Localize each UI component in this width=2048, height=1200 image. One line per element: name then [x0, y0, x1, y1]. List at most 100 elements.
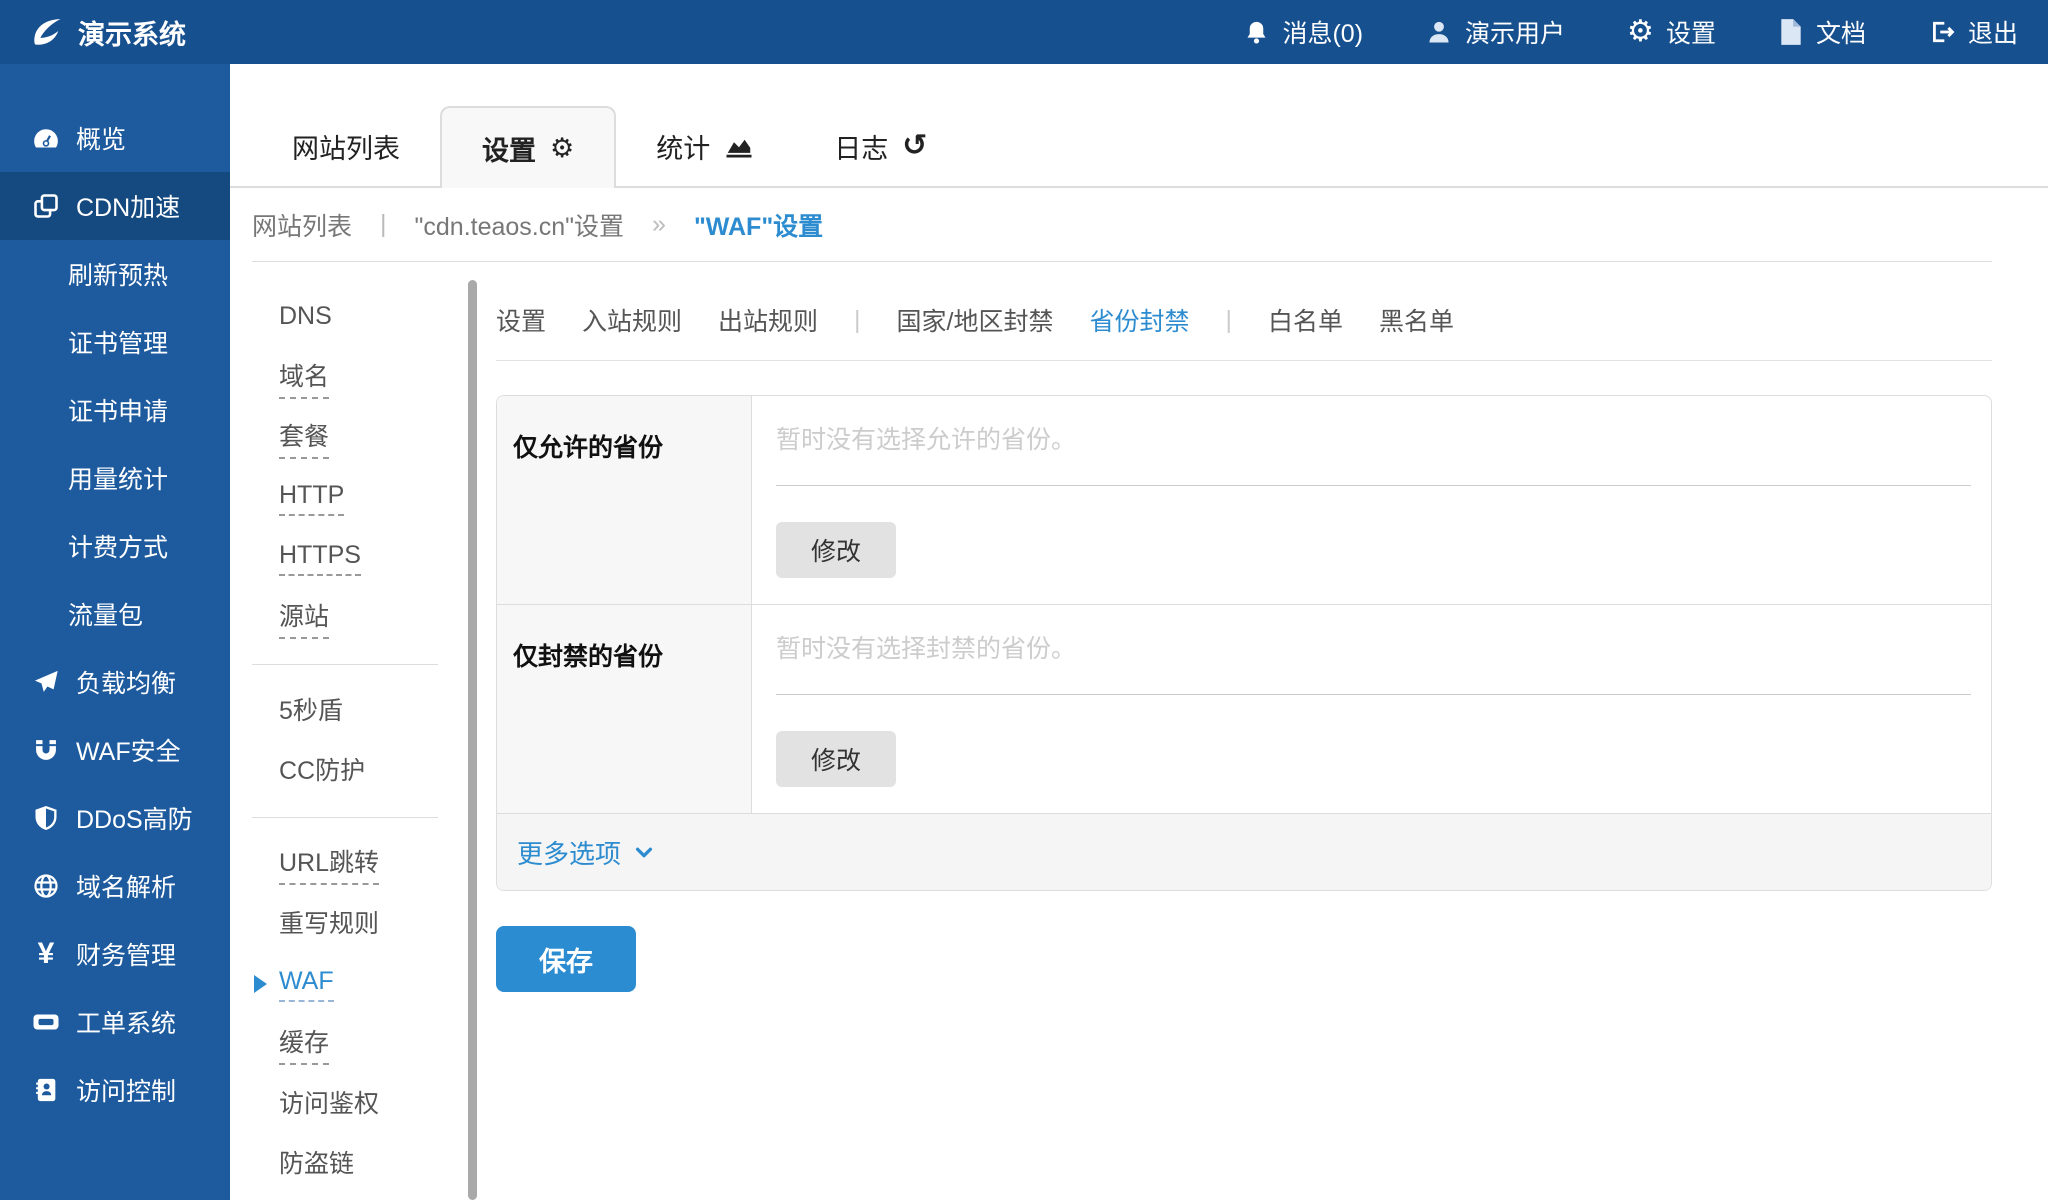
- settings-sidebar-item-url-redirect[interactable]: URL跳转: [252, 834, 466, 894]
- sidebar-item-dns-resolve[interactable]: 域名解析: [0, 852, 230, 920]
- chevron-down-icon: [633, 841, 655, 863]
- breadcrumb-site-settings[interactable]: "cdn.teaos.cn"设置: [415, 207, 625, 243]
- sidebar-label: 域名解析: [76, 868, 176, 904]
- sidebar-label: 流量包: [68, 596, 143, 632]
- blocked-provinces-label: 仅封禁的省份: [497, 605, 752, 813]
- breadcrumb-site-list[interactable]: 网站列表: [252, 207, 352, 243]
- user-label: 演示用户: [1465, 14, 1565, 50]
- sidebar-item-tickets[interactable]: 工单系统: [0, 988, 230, 1056]
- sidebar-item-waf-security[interactable]: WAF安全: [0, 716, 230, 784]
- sidebar-label: 刷新预热: [68, 256, 168, 292]
- settings-sidebar-item-5s-shield[interactable]: 5秒盾: [252, 681, 466, 741]
- sidebar-item-access-control[interactable]: 访问控制: [0, 1056, 230, 1124]
- settings-sidebar-item-cache[interactable]: 缓存: [252, 1014, 466, 1074]
- blocked-provinces-row: 仅封禁的省份 暂时没有选择封禁的省份。 修改: [497, 605, 1991, 814]
- save-button[interactable]: 保存: [496, 926, 636, 992]
- subnav-item-country-block[interactable]: 国家/地区封禁: [897, 302, 1054, 338]
- breadcrumb-waf-settings[interactable]: "WAF"设置: [694, 207, 823, 243]
- sidebar-item-cert-apply[interactable]: 证书申请: [0, 376, 230, 444]
- modify-blocked-button[interactable]: 修改: [776, 731, 896, 787]
- settings-sidebar-item-rewrite-rules[interactable]: 重写规则: [252, 894, 466, 954]
- divider: [252, 817, 438, 818]
- more-options-link[interactable]: 更多选项: [517, 834, 655, 871]
- gear-icon: ⚙: [1627, 17, 1654, 47]
- settings-sidebar-item-domain[interactable]: 域名: [252, 348, 466, 408]
- divider: [496, 360, 1992, 361]
- copy-icon: [28, 192, 64, 220]
- settings-sidebar-item-plan[interactable]: 套餐: [252, 408, 466, 468]
- settings-sidebar-item-http[interactable]: HTTP: [252, 468, 466, 528]
- settings-sidebar-item-origin[interactable]: 源站: [252, 588, 466, 648]
- settings-body: DNS 域名 套餐 HTTP HTTPS 源站: [230, 262, 2048, 1200]
- sidebar-item-billing-method[interactable]: 计费方式: [0, 512, 230, 580]
- scrollbar[interactable]: [468, 280, 477, 1200]
- tab-site-list[interactable]: 网站列表: [252, 106, 440, 186]
- tab-statistics[interactable]: 统计: [616, 106, 794, 186]
- subnav-item-whitelist[interactable]: 白名单: [1268, 302, 1343, 338]
- subnav-item-blacklist[interactable]: 黑名单: [1379, 302, 1454, 338]
- messages-label: 消息(0): [1282, 14, 1363, 50]
- magnet-icon: [28, 736, 64, 764]
- sidebar-item-finance[interactable]: ¥ 财务管理: [0, 920, 230, 988]
- breadcrumb: 网站列表 | "cdn.teaos.cn"设置 » "WAF"设置: [252, 188, 1992, 262]
- field-underline: [776, 485, 1971, 486]
- modify-allowed-button[interactable]: 修改: [776, 522, 896, 578]
- sidebar-label: 用量统计: [68, 460, 168, 496]
- settings-sidebar-item-waf[interactable]: WAF: [252, 954, 466, 1014]
- ticket-icon: [28, 1007, 64, 1037]
- logout-label: 退出: [1968, 14, 2018, 50]
- logout-menu-item[interactable]: 退出: [1928, 14, 2018, 50]
- sidebar-item-traffic-pack[interactable]: 流量包: [0, 580, 230, 648]
- sidebar-item-cdn[interactable]: CDN加速: [0, 172, 230, 240]
- content-area: 网站列表 设置 ⚙ 统计 日志 ↺ 网站列表 | "cdn.teaos.cn"设…: [230, 64, 2048, 1200]
- subnav-item-inbound-rules[interactable]: 入站规则: [582, 302, 682, 338]
- settings-menu-item[interactable]: ⚙ 设置: [1627, 14, 1716, 50]
- globe-icon: [28, 872, 64, 900]
- subnav-separator: |: [1226, 306, 1233, 335]
- sidebar-item-load-balance[interactable]: 负载均衡: [0, 648, 230, 716]
- sidebar-item-refresh-preheat[interactable]: 刷新预热: [0, 240, 230, 308]
- paper-plane-icon: [28, 668, 64, 696]
- sidebar-item-overview[interactable]: 概览: [0, 104, 230, 172]
- sidebar-label: 证书管理: [68, 324, 168, 360]
- sidebar: 概览 CDN加速 刷新预热 证书管理 证书申请 用量统计 计费方式 流量包: [0, 64, 230, 1200]
- tab-logs[interactable]: 日志 ↺: [794, 106, 967, 186]
- subnav-item-province-block[interactable]: 省份封禁: [1090, 302, 1190, 338]
- allowed-provinces-content: 暂时没有选择允许的省份。 修改: [752, 396, 1991, 604]
- user-menu-item[interactable]: 演示用户: [1425, 14, 1565, 50]
- settings-sidebar-item-https[interactable]: HTTPS: [252, 528, 466, 588]
- active-pointer-icon: [254, 975, 267, 993]
- province-block-form: 仅允许的省份 暂时没有选择允许的省份。 修改 仅封禁的省份 暂时没有选择封禁的省…: [496, 395, 1992, 891]
- tab-label: 设置: [482, 129, 536, 168]
- sidebar-item-usage-stats[interactable]: 用量统计: [0, 444, 230, 512]
- user-icon: [1425, 18, 1453, 46]
- sidebar-item-cert-manage[interactable]: 证书管理: [0, 308, 230, 376]
- docs-menu-item[interactable]: 文档: [1778, 14, 1866, 50]
- shield-icon: [28, 804, 64, 832]
- subnav-separator: |: [854, 306, 861, 335]
- tabs-row: 网站列表 设置 ⚙ 统计 日志 ↺: [230, 64, 2048, 188]
- subnav-item-settings[interactable]: 设置: [496, 302, 546, 338]
- settings-label: 设置: [1666, 14, 1716, 50]
- divider: [252, 664, 438, 665]
- settings-sidebar-item-access-auth[interactable]: 访问鉴权: [252, 1074, 466, 1134]
- yen-icon: ¥: [28, 937, 64, 971]
- sidebar-item-ddos[interactable]: DDoS高防: [0, 784, 230, 852]
- tab-settings[interactable]: 设置 ⚙: [440, 106, 616, 188]
- settings-sidebar-item-hotlink-protect[interactable]: 防盗链: [252, 1134, 466, 1194]
- id-badge-icon: [28, 1076, 64, 1104]
- gauge-icon: [28, 123, 64, 153]
- bell-icon: [1243, 19, 1270, 46]
- subnav-item-outbound-rules[interactable]: 出站规则: [718, 302, 818, 338]
- sidebar-label: 访问控制: [76, 1072, 176, 1108]
- messages-menu-item[interactable]: 消息(0): [1243, 14, 1363, 50]
- sidebar-label: 工单系统: [76, 1004, 176, 1040]
- app-logo[interactable]: 演示系统: [30, 13, 186, 52]
- blocked-provinces-placeholder: 暂时没有选择封禁的省份。: [776, 633, 1971, 665]
- settings-sidebar-item-cc-protect[interactable]: CC防护: [252, 741, 466, 801]
- breadcrumb-separator: |: [380, 210, 387, 239]
- settings-sidebar-item-dns[interactable]: DNS: [252, 288, 466, 348]
- allowed-provinces-row: 仅允许的省份 暂时没有选择允许的省份。 修改: [497, 396, 1991, 605]
- topbar-menu: 消息(0) 演示用户 ⚙ 设置 文档 退出: [1243, 14, 2018, 50]
- allowed-provinces-placeholder: 暂时没有选择允许的省份。: [776, 424, 1971, 456]
